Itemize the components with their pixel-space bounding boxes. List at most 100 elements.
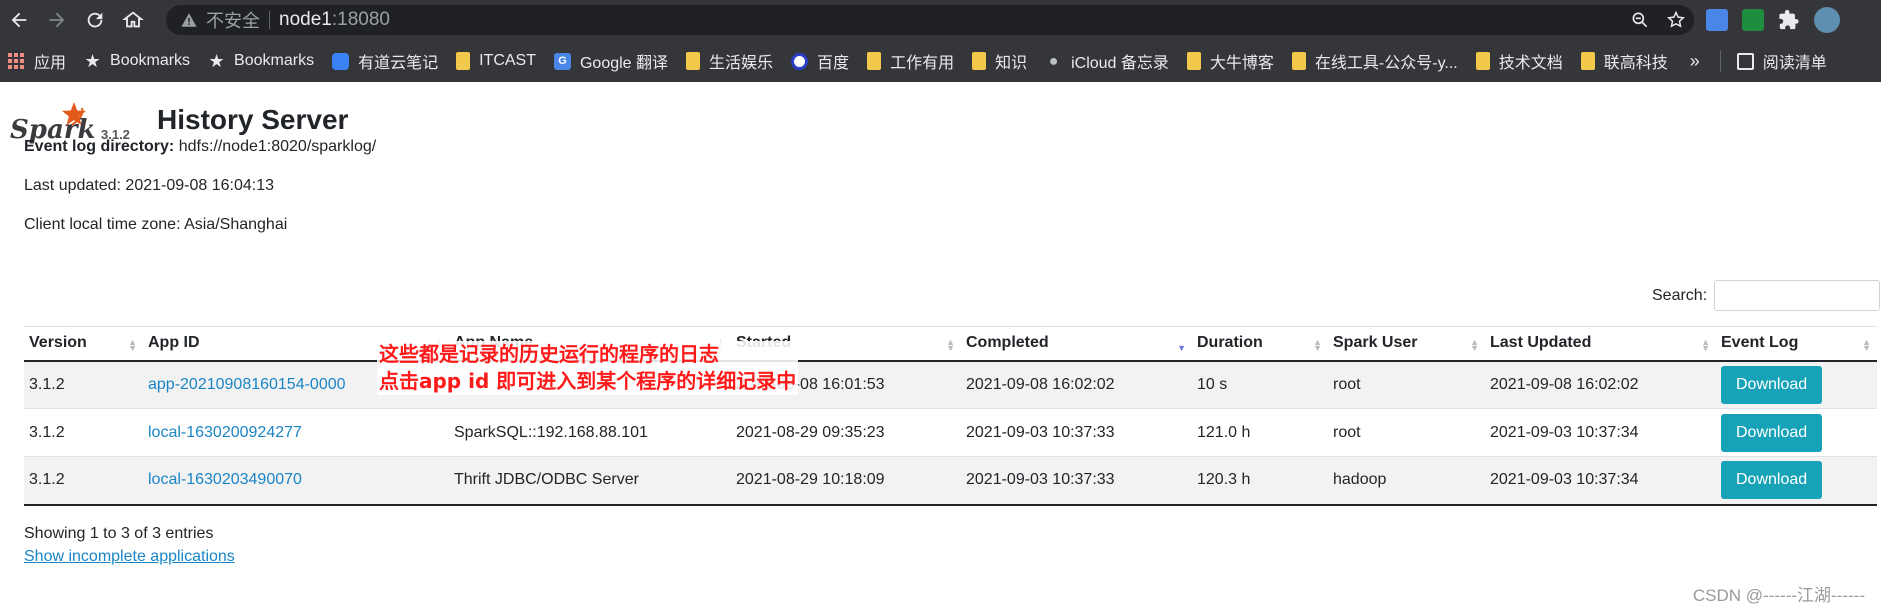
bookmark-label: 有道云笔记 [358,55,439,72]
forward-button[interactable] [38,0,76,40]
bookmark-label: 工作有用 [890,55,955,72]
green-extension-icon[interactable] [1742,9,1764,31]
bookmark-label: Bookmarks [234,52,315,69]
sort-icon: ▲▼ [1862,337,1871,353]
cell-app-name: SparkSQL::192.168.88.101 [449,408,731,457]
folder-icon [1186,52,1201,70]
search-box: Search: [1652,280,1881,311]
reading-list-button[interactable]: 阅读清单 [1729,40,1837,82]
cell-spark-user: root [1328,408,1485,457]
reading-list-label: 阅读清单 [1762,55,1827,72]
search-label: Search: [1652,286,1708,304]
app-id-link[interactable]: local-1630200924277 [148,424,302,441]
cell-completed: 2021-09-08 16:02:02 [961,360,1192,409]
profile-avatar[interactable] [1814,7,1840,33]
puzzle-extensions-icon[interactable] [1778,9,1800,31]
bookmark-label: 在线工具-公众号-y... [1314,55,1458,72]
bookmark-baidu[interactable]: 百度 [783,40,859,82]
show-incomplete-link[interactable]: Show incomplete applications [24,548,235,566]
bookmark-apps[interactable]: 应用 [0,40,76,82]
bookmark-icloud[interactable]: ● iCloud 备忘录 [1037,40,1179,82]
folder-icon [867,52,882,70]
download-button[interactable]: Download [1721,365,1823,404]
app-id-link[interactable]: app-20210908160154-0000 [148,376,346,393]
watermark: CSDN @------江湖------ [1692,586,1865,605]
cell-app-name: Thrift JDBC/ODBC Server [449,456,731,506]
column-last-updated[interactable]: Last Updated ▲ ▼ [1485,326,1716,362]
client-time-zone: Client local time zone: Asia/Shanghai [24,216,288,233]
reload-icon [87,12,103,28]
sort-icon: ▲▼ [1701,337,1710,353]
applications-table: Version▲▼ App ID▲▼ App Name▲▼ Started▲▼ … [24,326,1877,506]
cell-event-log: Download [1716,360,1877,409]
bookmark-label: 百度 [817,55,850,72]
bookmark-bookmarks-1[interactable]: ★ Bookmarks [76,40,200,82]
page-title: History Server [157,104,349,135]
home-button[interactable] [114,0,152,40]
search-input[interactable] [1714,280,1881,311]
back-button[interactable] [0,0,38,40]
bookmark-tech-docs[interactable]: 技术文档 [1468,40,1573,82]
bookmark-knowledge[interactable]: 知识 [964,40,1037,82]
bookmark-blogs[interactable]: 大牛博客 [1179,40,1284,82]
bookmark-label: iCloud 备忘录 [1071,55,1169,72]
home-icon [122,11,144,28]
bookmarks-overflow-button[interactable]: » [1678,51,1712,72]
bookmark-star-icon[interactable] [1666,10,1686,30]
cell-event-log: Download [1716,408,1877,457]
bookmark-google-translate[interactable]: G Google 翻译 [546,40,678,82]
last-updated: Last updated: 2021-09-08 16:04:13 [24,177,274,194]
cell-last-updated: 2021-09-03 10:37:34 [1485,408,1716,457]
cell-started: 2021-08-29 10:18:09 [731,456,961,506]
cell-version: 3.1.2 [24,360,143,409]
zoom-icon[interactable] [1630,10,1650,30]
back-arrow-icon [11,12,27,28]
bookmark-lianhigh[interactable]: 联高科技 [1573,40,1678,82]
warning-icon [181,13,197,27]
bookmark-label: 大牛博客 [1209,55,1274,72]
sort-icon: ▲▼ [1313,337,1322,353]
cell-event-log: Download [1716,456,1877,506]
download-button[interactable]: Download [1721,461,1823,500]
cell-duration: 121.0 h [1192,408,1328,457]
bookmark-online-tools[interactable]: 在线工具-公众号-y... [1284,40,1468,82]
column-duration[interactable]: Duration ▲ ▼ [1192,326,1328,362]
cell-last-updated: 2021-09-03 10:37:34 [1485,456,1716,506]
apps-grid-icon [8,52,25,70]
browser-toolbar: 不安全 node1 :18080 [0,0,1881,40]
bookmark-youdao[interactable]: 有道云笔记 [324,40,448,82]
reload-button[interactable] [76,0,114,40]
bookmarks-divider [1719,50,1721,72]
bookmark-life[interactable]: 生活娱乐 [678,40,783,82]
translate-extension-icon[interactable] [1706,9,1728,31]
bookmark-itcast[interactable]: ITCAST [448,40,546,82]
cell-app-id: local-1630200924277 [143,408,449,457]
cell-app-id: local-1630203490070 [143,456,449,506]
cell-version: 3.1.2 [24,456,143,506]
youdao-note-icon [332,52,350,70]
column-completed[interactable]: Completed ▼ [961,326,1192,362]
download-button[interactable]: Download [1721,413,1823,452]
event-log-value: hdfs://node1:8020/sparklog/ [178,138,377,155]
address-bar[interactable]: 不安全 node1 :18080 [166,5,1694,35]
insecure-label: 不安全 [206,11,260,31]
bookmark-bookmarks-2[interactable]: ★ Bookmarks [200,40,324,82]
table-row: 3.1.2 local-1630200924277 SparkSQL::192.… [24,408,1877,457]
column-spark-user[interactable]: Spark User ▲ ▼ [1328,326,1485,362]
column-version[interactable]: Version ▲ ▼ [24,326,143,362]
cell-completed: 2021-09-03 10:37:33 [961,408,1192,457]
cell-version: 3.1.2 [24,408,143,457]
cell-duration: 10 s [1192,360,1328,409]
folder-icon [1291,52,1306,70]
bookmark-work[interactable]: 工作有用 [859,40,964,82]
folder-icon [972,52,987,70]
table-header-row: Version▲▼ App ID▲▼ App Name▲▼ Started▲▼ … [24,326,1877,362]
baidu-icon [791,52,809,70]
column-event-log[interactable]: Event Log ▲ ▼ [1716,326,1877,362]
bookmark-label: Bookmarks [110,52,191,69]
table-row: 3.1.2 app-20210908160154-0000 2021-09-08… [24,360,1877,409]
app-id-link[interactable]: local-1630203490070 [148,471,302,488]
extension-icons [1706,6,1840,34]
event-log-directory: Event log directory: hdfs://node1:8020/s… [24,138,376,156]
table-row: 3.1.2 local-1630203490070 Thrift JDBC/OD… [24,456,1877,506]
